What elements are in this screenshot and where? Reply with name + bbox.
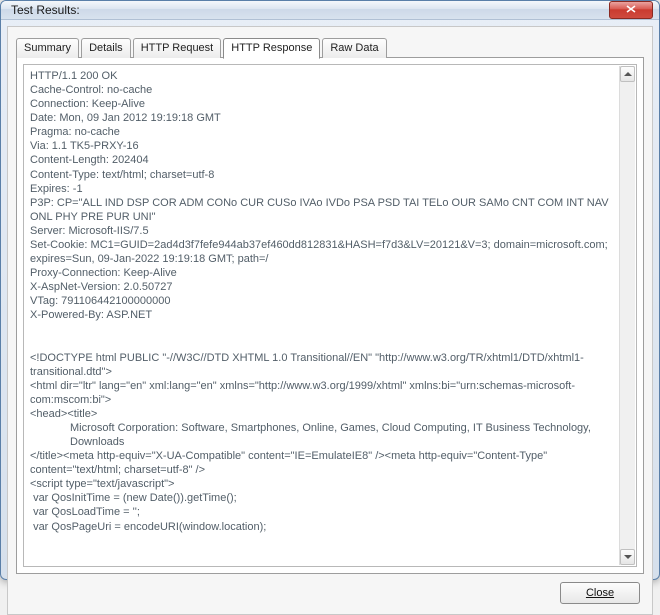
http-response-text[interactable]: HTTP/1.1 200 OK Cache-Control: no-cache … <box>23 64 637 567</box>
response-body-pre: <!DOCTYPE html PUBLIC "-//W3C//DTD XHTML… <box>30 352 584 420</box>
tab-summary[interactable]: Summary <box>16 38 79 58</box>
scroll-up-button[interactable] <box>620 66 635 82</box>
dialog-button-row: Close <box>16 574 644 606</box>
tab-panel-http-response: HTTP/1.1 200 OK Cache-Control: no-cache … <box>16 57 644 574</box>
dialog-window: Test Results: Summary Details HTTP Reque… <box>0 0 660 580</box>
scroll-down-button[interactable] <box>620 549 635 565</box>
window-title: Test Results: <box>11 3 609 17</box>
close-button[interactable]: Close <box>560 582 640 604</box>
window-close-button[interactable] <box>609 1 653 19</box>
close-icon <box>626 4 636 16</box>
response-headers: HTTP/1.1 200 OK Cache-Control: no-cache … <box>30 70 612 321</box>
tab-http-response[interactable]: HTTP Response <box>223 38 320 59</box>
response-body-title: Microsoft Corporation: Software, Smartph… <box>30 421 618 449</box>
tab-strip: Summary Details HTTP Request HTTP Respon… <box>16 37 644 57</box>
titlebar[interactable]: Test Results: <box>1 1 659 20</box>
chevron-down-icon <box>624 555 632 559</box>
chevron-up-icon <box>624 72 632 76</box>
tab-details[interactable]: Details <box>81 38 131 58</box>
scrollbar[interactable] <box>619 66 635 565</box>
tab-raw-data[interactable]: Raw Data <box>322 38 386 58</box>
tab-http-request[interactable]: HTTP Request <box>133 38 222 58</box>
client-area: Summary Details HTTP Request HTTP Respon… <box>7 26 653 615</box>
response-body-post: </title><meta http-equiv="X-UA-Compatibl… <box>30 450 550 532</box>
